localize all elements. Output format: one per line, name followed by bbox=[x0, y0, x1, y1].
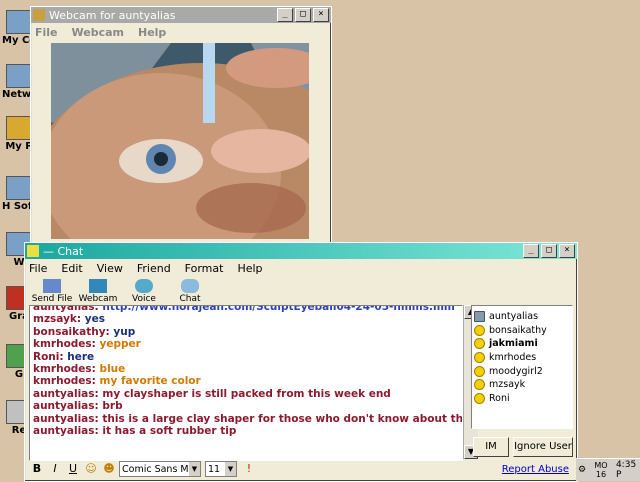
smiley-icon bbox=[474, 324, 485, 336]
im-button[interactable]: IM bbox=[473, 437, 509, 457]
webcam-window: Webcam for auntyalias _ □ × File Webcam … bbox=[30, 6, 332, 244]
user-list-item[interactable]: moodygirl2 bbox=[472, 364, 572, 378]
smiley-icon[interactable]: ☺ bbox=[83, 461, 99, 477]
chat-message: mzsayk: yes bbox=[33, 313, 105, 326]
smiley-icon bbox=[474, 338, 485, 350]
clock: 4:35 P bbox=[615, 460, 637, 480]
report-abuse-link[interactable]: Report Abuse bbox=[502, 464, 569, 475]
user-list-item[interactable]: mzsayk bbox=[472, 378, 572, 392]
chat-title: — Chat bbox=[43, 244, 84, 258]
user-list-item[interactable]: auntyalias bbox=[472, 310, 572, 324]
underline-button[interactable]: U bbox=[65, 461, 81, 477]
folder-icon bbox=[6, 116, 32, 140]
webcam-titlebar[interactable]: Webcam for auntyalias _ □ × bbox=[31, 7, 331, 23]
font-select[interactable]: Comic Sans MS ▼ bbox=[119, 461, 201, 477]
webcam-image bbox=[51, 43, 309, 239]
chat-menubar: File Edit View Friend Format Help bbox=[25, 259, 577, 277]
user-list-item[interactable]: kmrhodes bbox=[472, 351, 572, 365]
date-display: MO 16 bbox=[594, 461, 608, 479]
webcam-video-frame bbox=[51, 43, 309, 239]
webcam-icon bbox=[474, 311, 485, 323]
chat-log[interactable]: auntyalias: http://www.norajean.com/Scul… bbox=[29, 305, 463, 461]
menu-friend[interactable]: Friend bbox=[137, 262, 171, 275]
close-button[interactable]: × bbox=[559, 244, 575, 258]
webcam-icon bbox=[33, 9, 45, 21]
computer-icon bbox=[6, 10, 32, 34]
system-tray: ⚙ MO 16 4:35 P bbox=[576, 458, 640, 481]
minimize-button[interactable]: _ bbox=[277, 8, 293, 22]
menu-webcam[interactable]: Webcam bbox=[72, 26, 124, 39]
emoticon-icon[interactable]: ☻ bbox=[101, 461, 117, 477]
format-bar: B I U ☺ ☻ Comic Sans MS ▼ 11 ▼ ! Report Ab… bbox=[29, 459, 573, 479]
microphone-icon bbox=[135, 279, 153, 293]
italic-button[interactable]: I bbox=[47, 461, 63, 477]
network-icon bbox=[6, 64, 32, 88]
send-file-icon bbox=[43, 279, 61, 293]
webcam-menubar: File Webcam Help bbox=[31, 23, 331, 41]
smiley-icon bbox=[474, 392, 485, 404]
minimize-button[interactable]: _ bbox=[523, 244, 539, 258]
maximize-button[interactable]: □ bbox=[541, 244, 557, 258]
user-list-item[interactable]: bonsaikathy bbox=[472, 324, 572, 338]
chat-titlebar[interactable]: — Chat _ □ × bbox=[25, 243, 577, 259]
user-list-item[interactable]: Roni bbox=[472, 392, 572, 406]
webcam-icon bbox=[89, 279, 107, 293]
chat-window: — Chat _ □ × File Edit View Friend Forma… bbox=[24, 242, 578, 482]
alert-icon[interactable]: ! bbox=[241, 461, 257, 477]
menu-edit[interactable]: Edit bbox=[61, 262, 82, 275]
chat-message: Roni: here bbox=[33, 350, 95, 363]
tray-icon[interactable]: ⚙ bbox=[578, 465, 586, 475]
ignore-user-button[interactable]: Ignore User bbox=[513, 437, 573, 457]
smiley-icon bbox=[474, 365, 485, 377]
chat-icon bbox=[27, 245, 39, 257]
chat-message: bonsaikathy: yup bbox=[33, 325, 136, 338]
chat-message: auntyalias: http://www.norajean.com/Scul… bbox=[33, 305, 455, 313]
chat-message: auntyalias: it has a soft rubber tip bbox=[33, 425, 237, 438]
maximize-button[interactable]: □ bbox=[295, 8, 311, 22]
font-size-select[interactable]: 11 ▼ bbox=[205, 461, 237, 477]
speech-bubble-icon bbox=[181, 279, 199, 293]
chat-message: kmrhodes: blue bbox=[33, 363, 126, 376]
menu-format[interactable]: Format bbox=[185, 262, 224, 275]
user-list: auntyalias bonsaikathy jakmiami kmrhodes… bbox=[471, 305, 573, 429]
menu-file[interactable]: File bbox=[29, 262, 47, 275]
chat-message: kmrhodes: my favorite color bbox=[33, 375, 201, 388]
close-button[interactable]: × bbox=[313, 8, 329, 22]
menu-help[interactable]: Help bbox=[138, 26, 166, 39]
chat-message: auntyalias: brb bbox=[33, 400, 123, 413]
smiley-icon bbox=[474, 352, 485, 364]
chevron-down-icon: ▼ bbox=[225, 462, 236, 476]
chat-message: kmrhodes: yepper bbox=[33, 338, 141, 351]
user-list-item[interactable]: jakmiami bbox=[472, 337, 572, 351]
webcam-title: Webcam for auntyalias bbox=[49, 8, 176, 22]
menu-help[interactable]: Help bbox=[237, 262, 262, 275]
menu-view[interactable]: View bbox=[97, 262, 123, 275]
bold-button[interactable]: B bbox=[29, 461, 45, 477]
smiley-icon bbox=[474, 379, 485, 391]
chat-message: auntyalias: this is a large clay shaper … bbox=[33, 412, 463, 425]
software-icon bbox=[6, 176, 32, 200]
menu-file[interactable]: File bbox=[35, 26, 58, 39]
chat-message: auntyalias: my clayshaper is still packe… bbox=[33, 387, 391, 400]
chevron-down-icon: ▼ bbox=[189, 462, 200, 476]
